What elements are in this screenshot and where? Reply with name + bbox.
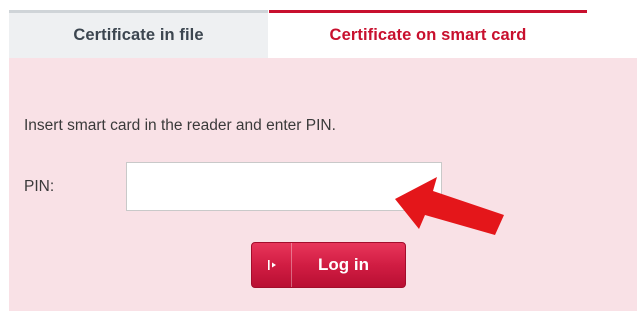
tab-certificate-in-file-label: Certificate in file [73,26,204,44]
tab-certificate-in-file[interactable]: Certificate in file [9,10,268,58]
login-icon [252,243,292,287]
tab-certificate-on-smart-card[interactable]: Certificate on smart card [269,10,587,58]
pin-label: PIN: [24,178,55,195]
login-page: Certificate in file Certificate on smart… [0,0,637,311]
instruction-text: Insert smart card in the reader and ente… [24,117,336,134]
red-arrow-icon [395,177,504,235]
login-button[interactable]: Log in [251,242,406,288]
login-button-label: Log in [318,255,369,274]
smart-card-panel: Insert smart card in the reader and ente… [9,58,637,311]
certificate-tabs: Certificate in file Certificate on smart… [9,10,587,58]
tab-certificate-on-smart-card-label: Certificate on smart card [329,26,527,44]
